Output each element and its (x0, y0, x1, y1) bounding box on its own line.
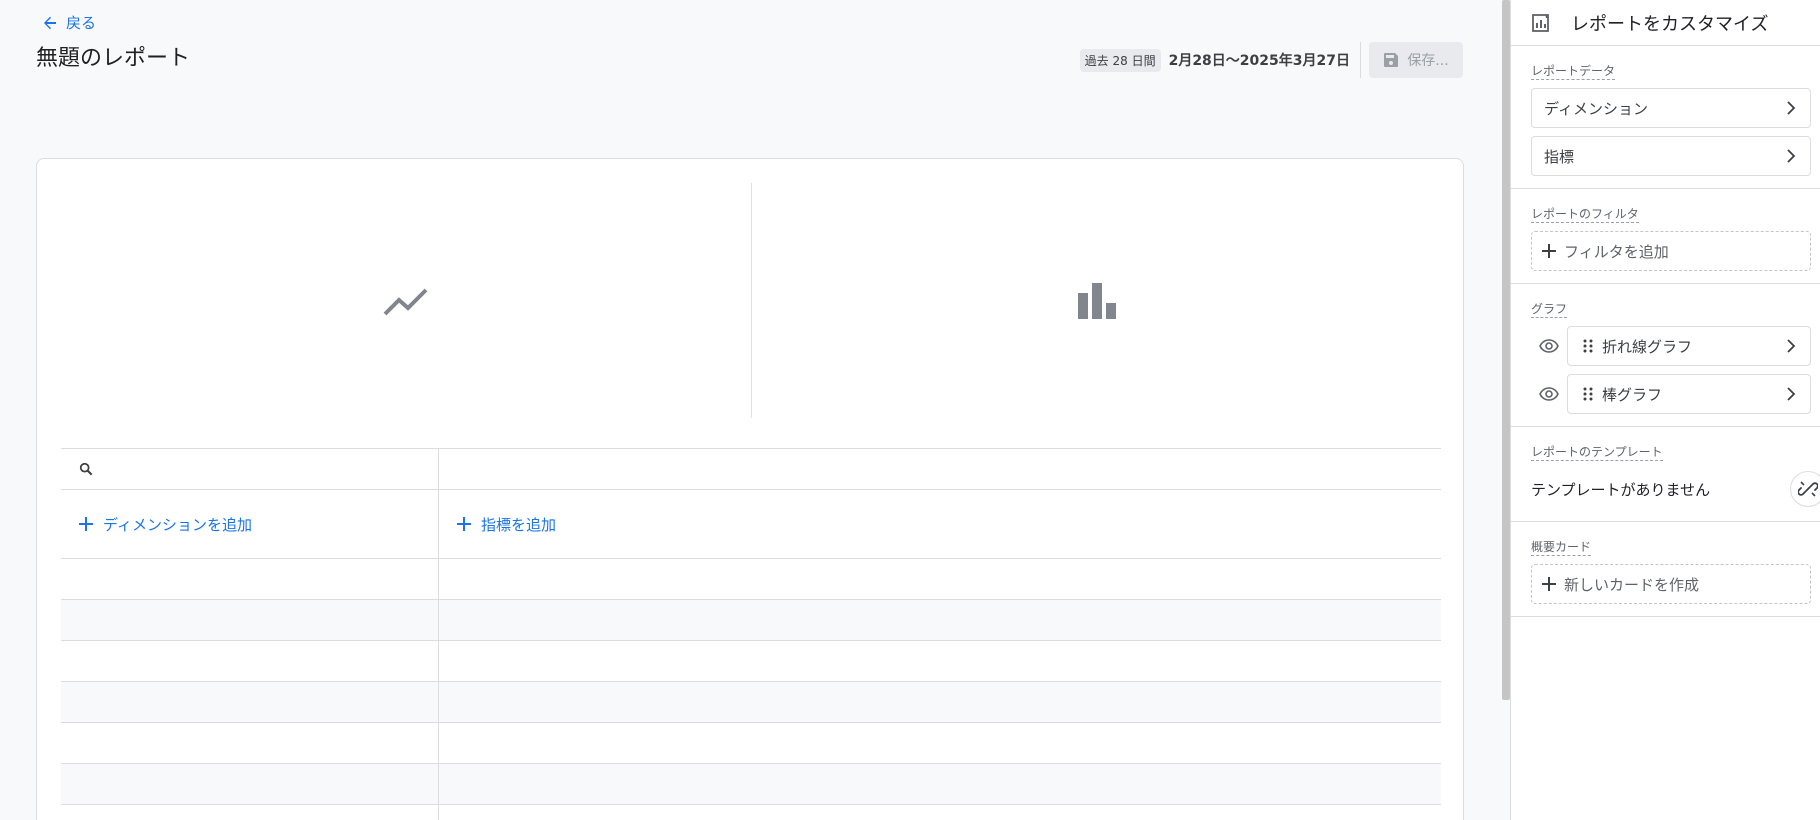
back-link[interactable]: 戻る (42, 12, 96, 33)
save-label: 保存... (1407, 53, 1449, 69)
report-table: ディメンションを追加 指標を追加 (61, 448, 1441, 820)
graph-section: グラフ 折れ線グラフ 棒グラフ (1511, 284, 1820, 427)
drag-handle-icon (1583, 387, 1593, 401)
dimensions-label: ディメンション (1544, 99, 1648, 118)
unlink-button[interactable] (1790, 471, 1820, 507)
visibility-toggle[interactable] (1539, 384, 1559, 404)
arrow-back-icon (44, 16, 56, 29)
table-header-row: ディメンションを追加 指標を追加 (61, 489, 1441, 558)
no-template-text: テンプレートがありません (1531, 480, 1711, 499)
add-dimension-button[interactable]: ディメンションを追加 (61, 490, 439, 558)
customize-panel: レポートをカスタマイズ レポートデータ ディメンション 指標 レポートのフィルタ… (1510, 0, 1820, 820)
summary-cards-section: 概要カード 新しいカードを作成 (1511, 522, 1820, 617)
date-range-text: 2月28日〜2025年3月27日 (1168, 53, 1350, 69)
main-scrollbar[interactable] (1502, 0, 1510, 700)
line-chart-placeholder[interactable] (61, 183, 751, 418)
search-input[interactable] (61, 449, 439, 489)
bar-chart-button[interactable]: 棒グラフ (1567, 374, 1811, 414)
section-label: レポートデータ (1531, 64, 1616, 80)
date-range-picker[interactable]: 過去 28 日間 2月28日〜2025年3月27日 保存... (1079, 42, 1463, 78)
table-row (61, 722, 1441, 763)
section-label: レポートのフィルタ (1531, 207, 1639, 223)
eye-icon (1539, 339, 1559, 353)
report-filter-section: レポートのフィルタ フィルタを追加 (1511, 189, 1820, 284)
dimensions-button[interactable]: ディメンション (1531, 88, 1811, 128)
table-row (61, 804, 1441, 820)
graph-item-bar: 棒グラフ (1531, 374, 1820, 414)
metrics-button[interactable]: 指標 (1531, 136, 1811, 176)
search-icon (79, 462, 93, 476)
section-label: レポートのテンプレート (1531, 445, 1663, 461)
visibility-toggle[interactable] (1539, 336, 1559, 356)
add-dimension-label: ディメンションを追加 (103, 515, 252, 534)
back-label: 戻る (66, 14, 97, 32)
table-row (61, 599, 1441, 640)
table-row (61, 558, 1441, 599)
create-card-label: 新しいカードを作成 (1564, 575, 1700, 594)
table-row (61, 763, 1441, 804)
eye-icon (1539, 387, 1559, 401)
chevron-right-icon (1787, 339, 1796, 353)
table-row (61, 640, 1441, 681)
link-off-icon (1798, 481, 1818, 497)
report-template-section: レポートのテンプレート テンプレートがありません (1511, 427, 1820, 522)
graph-label: 棒グラフ (1602, 385, 1663, 404)
create-card-button[interactable]: 新しいカードを作成 (1531, 564, 1811, 604)
template-row: テンプレートがありません (1531, 469, 1820, 509)
date-preset-chip: 過去 28 日間 (1079, 48, 1161, 72)
section-label: 概要カード (1531, 540, 1592, 556)
save-icon (1384, 53, 1399, 67)
customize-report-icon (1532, 13, 1549, 32)
line-chart-button[interactable]: 折れ線グラフ (1567, 326, 1811, 366)
table-row (61, 681, 1441, 722)
plus-icon (1542, 577, 1556, 591)
drag-handle-icon (1583, 339, 1593, 353)
add-metric-button[interactable]: 指標を追加 (439, 490, 1441, 558)
divider (1360, 42, 1361, 78)
graph-label: 折れ線グラフ (1602, 337, 1693, 356)
section-label: グラフ (1531, 302, 1568, 318)
line-chart-icon (383, 288, 428, 315)
bar-chart-placeholder[interactable] (751, 183, 1441, 418)
report-data-section: レポートデータ ディメンション 指標 (1511, 46, 1820, 189)
page-title: 無題のレポート (36, 46, 191, 71)
chevron-right-icon (1787, 101, 1796, 115)
report-main: 戻る 無題のレポート 過去 28 日間 2月28日〜2025年3月27日 保存.… (0, 0, 1510, 820)
panel-header: レポートをカスタマイズ (1511, 0, 1820, 46)
add-filter-label: フィルタを追加 (1564, 242, 1669, 261)
bar-chart-icon (1077, 282, 1116, 319)
save-button[interactable]: 保存... (1369, 42, 1463, 78)
table-search-row (61, 448, 1441, 489)
metrics-label: 指標 (1544, 147, 1575, 166)
add-metric-label: 指標を追加 (481, 515, 557, 534)
plus-icon (79, 517, 93, 531)
add-filter-button[interactable]: フィルタを追加 (1531, 231, 1811, 271)
graph-item-line: 折れ線グラフ (1531, 326, 1820, 366)
plus-icon (1542, 244, 1556, 258)
chevron-right-icon (1787, 149, 1796, 163)
plus-icon (457, 517, 471, 531)
panel-title: レポートをカスタマイズ (1571, 13, 1769, 35)
report-card: ディメンションを追加 指標を追加 (36, 158, 1464, 820)
chevron-right-icon (1787, 387, 1796, 401)
